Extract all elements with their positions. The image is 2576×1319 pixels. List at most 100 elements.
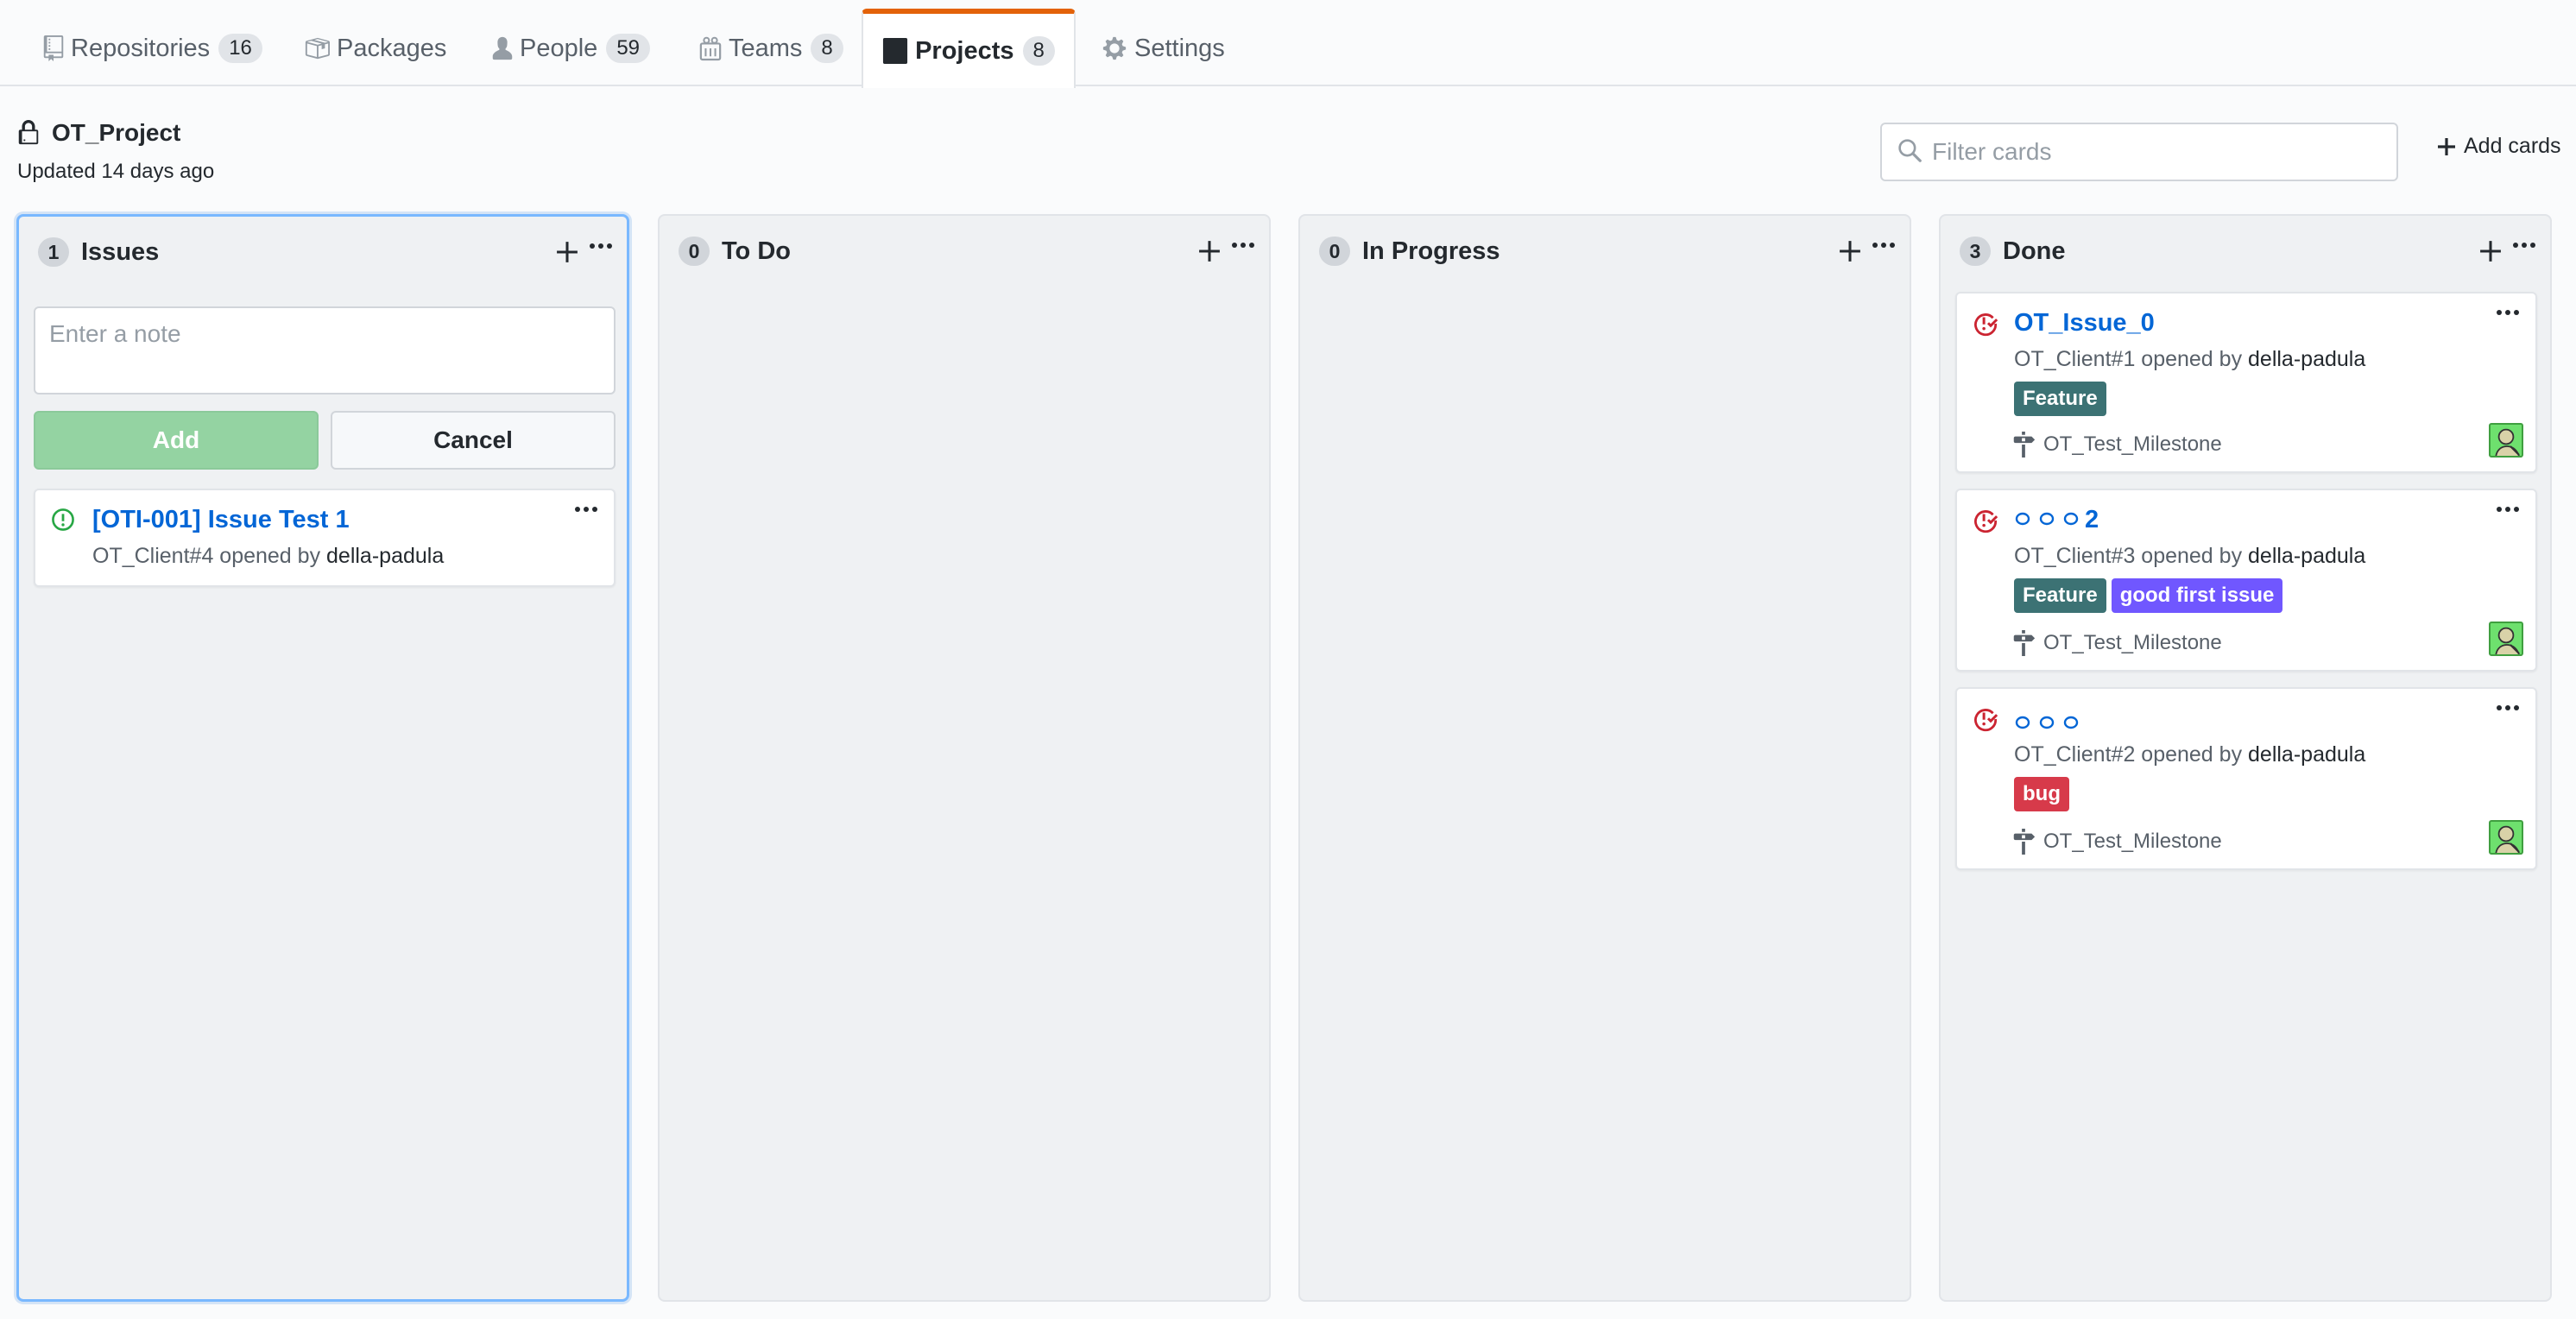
issue-card[interactable]: [OTI-001] Issue Test 1 OT_Client#4 opene… (34, 489, 616, 587)
label-bug[interactable]: bug (2014, 777, 2069, 811)
issue-meta: OT_Client#2 opened by della-padula (2014, 742, 2365, 767)
milestone-name: OT_Test_Milestone (2043, 631, 2222, 654)
note-input[interactable] (34, 306, 616, 394)
add-card-plus-icon[interactable] (2479, 240, 2502, 262)
lock-icon (17, 120, 40, 146)
add-card-plus-icon[interactable] (1198, 240, 1221, 262)
project-updated-time: Updated 14 days ago (17, 160, 215, 183)
add-cards-label: Add cards (2464, 134, 2561, 158)
tab-label: Packages (337, 34, 447, 62)
assignee-avatar[interactable] (2489, 820, 2523, 855)
issue-closed-icon (1973, 706, 1998, 732)
tab-settings[interactable]: Settings (1102, 10, 1225, 86)
issue-card[interactable]: OT_Issue_0 OT_Client#1 opened by della-p… (1955, 292, 2537, 473)
card-menu-kebab-icon[interactable] (2496, 704, 2520, 711)
column-name: Done (2003, 237, 2066, 265)
card-menu-kebab-icon[interactable] (574, 506, 598, 513)
teams-counter: 8 (811, 34, 843, 63)
issue-meta: OT_Client#1 opened by della-padula (2014, 347, 2365, 372)
tab-label: Teams (729, 34, 803, 62)
milestone-name: OT_Test_Milestone (2043, 432, 2222, 456)
label-list: Feature good first issue (2014, 578, 2288, 613)
issue-reference: OT_Client#3 opened by (2014, 544, 2249, 568)
column-done: 3 Done OT_Issue_0 OT_Client#1 opened by … (1939, 214, 2552, 1302)
tab-projects[interactable]: Projects 8 (862, 9, 1076, 88)
issue-closed-icon (1973, 311, 1998, 337)
projects-counter: 8 (1022, 36, 1055, 66)
cancel-note-button[interactable]: Cancel (331, 411, 616, 470)
milestone[interactable]: OT_Test_Milestone (2011, 630, 2222, 656)
issue-author-link[interactable]: della-padula (326, 544, 444, 568)
column-menu-kebab-icon[interactable] (589, 243, 613, 249)
milestone[interactable]: OT_Test_Milestone (2013, 829, 2222, 855)
milestone[interactable]: OT_Test_Milestone (2011, 432, 2222, 458)
issue-title-link[interactable]: OT_Issue_0 (2014, 309, 2155, 338)
label-good-first-issue[interactable]: good first issue (2111, 578, 2283, 613)
people-icon (699, 35, 722, 61)
add-cards-button[interactable]: Add cards (2436, 134, 2561, 159)
tab-people[interactable]: People 59 (492, 10, 651, 86)
column-to-do: 0 To Do (658, 214, 1271, 1302)
label-list: Feature (2014, 382, 2112, 416)
issue-card[interactable]: OT_Client#2 opened by della-padula bug O… (1955, 687, 2537, 870)
assignee-avatar[interactable] (2489, 423, 2523, 458)
column-name: In Progress (1362, 237, 1500, 265)
tab-teams[interactable]: Teams 8 (699, 10, 843, 86)
card-menu-kebab-icon[interactable] (2496, 506, 2520, 513)
project-name: OT_Project (52, 119, 181, 146)
issue-author-link[interactable]: della-padula (2248, 347, 2365, 371)
tab-label: Repositories (71, 34, 211, 62)
issue-meta: OT_Client#3 opened by della-padula (2014, 544, 2365, 569)
card-menu-kebab-icon[interactable] (2496, 309, 2520, 316)
column-menu-kebab-icon[interactable] (1231, 242, 1255, 249)
milestone-icon (2011, 432, 2036, 458)
add-card-plus-icon[interactable] (1839, 240, 1861, 262)
tab-label: Projects (915, 36, 1014, 65)
package-icon (304, 35, 330, 61)
assignee-avatar[interactable] (2489, 622, 2523, 656)
issue-opened-icon (51, 508, 75, 532)
column-header: 0 To Do (679, 237, 791, 266)
column-in-progress: 0 In Progress (1298, 214, 1911, 1302)
label-feature[interactable]: Feature (2014, 578, 2106, 613)
column-card-count: 1 (38, 237, 69, 267)
unrendered-glyphs-icon (2014, 710, 2081, 738)
column-header: 3 Done (1960, 237, 2066, 266)
issue-title-text: 2 (2085, 506, 2099, 533)
issue-reference: OT_Client#2 opened by (2014, 742, 2249, 767)
add-card-plus-icon[interactable] (556, 241, 578, 263)
column-menu-kebab-icon[interactable] (2512, 242, 2536, 249)
tab-packages[interactable]: Packages (304, 10, 446, 86)
issue-title-link[interactable] (2014, 710, 2081, 738)
milestone-name: OT_Test_Milestone (2043, 830, 2222, 853)
issue-reference: OT_Client#4 opened by (92, 544, 327, 568)
issue-author-link[interactable]: della-padula (2248, 742, 2365, 767)
issue-title-link[interactable]: [OTI-001] Issue Test 1 (92, 506, 350, 534)
column-card-count: 3 (1960, 237, 1991, 266)
column-issues: 1 Issues Add Cancel [OTI-001] Issue Test… (16, 214, 629, 1302)
milestone-icon (2011, 630, 2036, 656)
filter-cards-input[interactable] (1932, 138, 2381, 166)
issue-title-link[interactable]: 2 (2014, 506, 2099, 534)
plus-icon (2436, 136, 2457, 157)
issue-author-link[interactable]: della-padula (2248, 544, 2365, 568)
column-card-count: 0 (1319, 237, 1350, 266)
label-list: bug (2014, 777, 2074, 811)
gear-icon (1102, 35, 1127, 61)
label-feature[interactable]: Feature (2014, 382, 2106, 416)
filter-cards-box (1880, 123, 2398, 181)
issue-meta: OT_Client#4 opened by della-padula (92, 544, 444, 569)
add-note-button[interactable]: Add (34, 411, 319, 470)
issue-card[interactable]: 2 OT_Client#3 opened by della-padula Fea… (1955, 489, 2537, 672)
tab-label: Settings (1134, 34, 1225, 62)
people-counter: 59 (606, 34, 651, 63)
search-icon (1897, 138, 1922, 167)
tab-repositories[interactable]: Repositories 16 (43, 10, 262, 86)
column-header: 0 In Progress (1319, 237, 1500, 266)
tab-label: People (520, 34, 598, 62)
repositories-counter: 16 (218, 34, 262, 63)
column-menu-kebab-icon[interactable] (1872, 242, 1896, 249)
issue-reference: OT_Client#1 opened by (2014, 347, 2249, 371)
issue-closed-icon (1973, 508, 1998, 533)
person-icon (492, 35, 513, 61)
